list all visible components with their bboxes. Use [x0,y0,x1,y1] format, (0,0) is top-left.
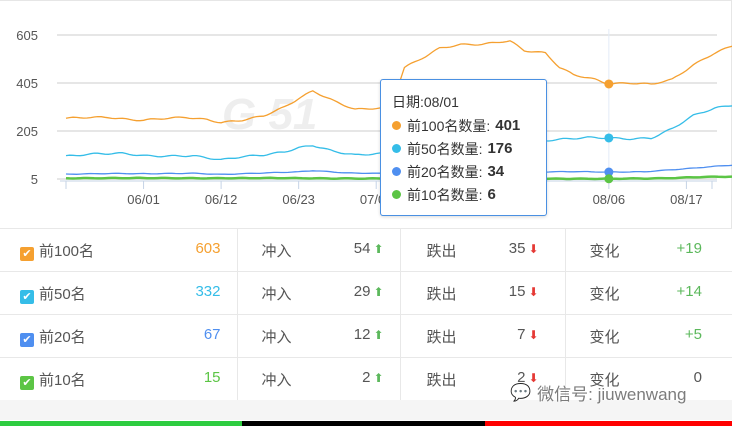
row-name: 前50名 [39,285,86,303]
in-count: 12 [353,325,371,343]
y-tick-label: 405 [16,76,38,91]
in-count: 2 [362,368,371,386]
checkbox[interactable]: ✔ [20,375,34,390]
out-count: 15 [508,282,526,300]
out-count: 35 [508,239,526,257]
highlight-point [604,174,614,184]
out-count: 7 [517,325,526,343]
change-value: +14 [676,282,702,300]
in-count: 29 [353,282,371,300]
tooltip-label: 前50名数量: [407,140,483,157]
bottom-bar-red [485,421,732,426]
chart-svg: 520540560506/0106/1206/2307/0407/1507/26… [16,28,732,207]
out-label: 跌出 [426,371,457,389]
change-label: 变化 [589,242,620,260]
row-name: 前100名 [39,242,95,260]
y-tick-label: 5 [31,172,38,187]
row-total: 15 [203,368,221,386]
arrow-up-icon: ⬆ [373,370,384,385]
legend-dot-icon [392,144,401,153]
x-tick-label: 06/23 [282,192,315,207]
ranking-summary-table: ✔ 前100名 603 冲入 54 ⬆ 跌出 35 ⬇ 变化 +19 ✔ 前50名 332 冲入 29… [0,228,732,401]
arrow-up-icon: ⬆ [373,241,384,256]
tooltip-date: 日期:08/01 [392,94,459,110]
row-total: 332 [195,282,221,300]
x-tick-label: 08/06 [593,192,626,207]
checkbox[interactable]: ✔ [20,246,34,261]
row-total: 603 [195,239,221,257]
checkbox[interactable]: ✔ [20,289,34,304]
row-total: 67 [203,325,221,343]
x-tick-label: 06/01 [127,192,160,207]
arrow-up-icon: ⬆ [373,327,384,342]
change-value: +19 [676,239,702,257]
arrow-down-icon: ⬇ [528,284,539,299]
tooltip-value: 176 [487,140,513,157]
tooltip-item: 前100名数量: 401 [392,114,535,137]
x-tick-label: 08/17 [670,192,703,207]
tooltip-item: 前20名数量: 34 [392,160,535,183]
table-row: ✔ 前100名 603 冲入 54 ⬆ 跌出 35 ⬇ 变化 +19 [0,228,732,272]
tooltip-value: 34 [487,163,505,180]
change-value: 0 [693,368,702,386]
legend-dot-icon [392,167,401,176]
tooltip-item: 前10名数量: 6 [392,183,535,206]
legend-dot-icon [392,190,401,199]
row-name: 前10名 [39,371,86,389]
tooltip-value: 6 [487,186,496,203]
table-row: ✔ 前50名 332 冲入 29 ⬆ 跌出 15 ⬇ 变化 +14 [0,271,732,315]
arrow-down-icon: ⬇ [528,241,539,256]
row-name: 前20名 [39,328,86,346]
change-label: 变化 [589,328,620,346]
bottom-bar-black [242,421,485,426]
tooltip-item: 前50名数量: 176 [392,137,535,160]
change-value: +5 [684,325,702,343]
y-tick-label: 205 [16,124,38,139]
in-label: 冲入 [261,371,292,389]
arrow-up-icon: ⬆ [373,284,384,299]
in-count: 54 [353,239,371,257]
wechat-watermark: 💬 微信号: jiuwenwang [510,382,687,405]
in-label: 冲入 [261,285,292,303]
wechat-icon: 💬 [510,382,532,402]
table-row: ✔ 前20名 67 冲入 12 ⬆ 跌出 7 ⬇ 变化 +5 [0,314,732,358]
tooltip-value: 401 [495,117,521,134]
bottom-bar-green [0,421,242,426]
tooltip-label: 前20名数量: [407,163,483,180]
in-label: 冲入 [261,328,292,346]
legend-dot-icon [392,121,401,130]
ranking-trend-chart: 520540560506/0106/1206/2307/0407/1507/26… [0,0,732,228]
out-label: 跌出 [426,328,457,346]
tooltip-label: 前10名数量: [407,186,483,203]
tooltip-label: 前100名数量: [407,117,491,134]
highlight-point [604,79,614,89]
checkbox[interactable]: ✔ [20,332,34,347]
chart-tooltip: 日期:08/01 前100名数量: 401 前50名数量: 176 前20名数量: 34 前… [380,79,547,216]
x-tick-label: 06/12 [205,192,238,207]
change-label: 变化 [589,285,620,303]
out-label: 跌出 [426,285,457,303]
y-tick-label: 605 [16,28,38,43]
highlight-point [604,133,614,143]
in-label: 冲入 [261,242,292,260]
arrow-down-icon: ⬇ [528,327,539,342]
out-label: 跌出 [426,242,457,260]
